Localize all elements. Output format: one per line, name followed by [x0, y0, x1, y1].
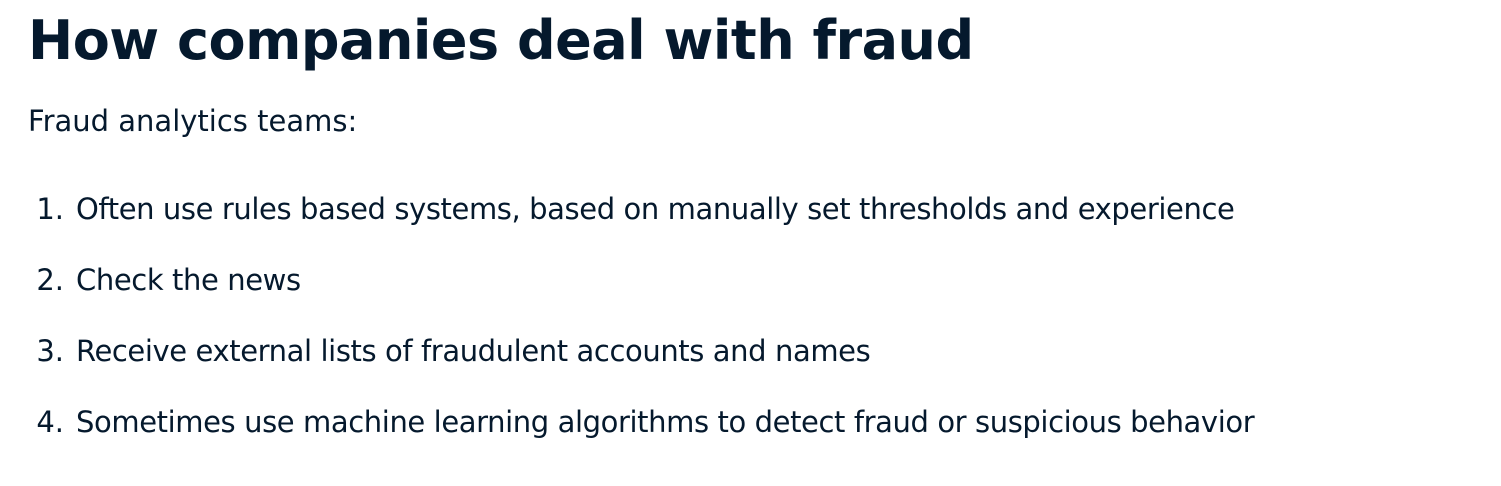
page-title: How companies deal with fraud	[28, 9, 974, 72]
intro-text: Fraud analytics teams:	[28, 104, 358, 138]
list-item-number: 4.	[36, 405, 64, 439]
list-item-number: 2.	[36, 263, 64, 297]
list-item-number: 3.	[36, 334, 64, 368]
list-item-text: Often use rules based systems, based on …	[76, 192, 1235, 226]
slide: How companies deal with fraud Fraud anal…	[0, 0, 1501, 486]
list-item-text: Receive external lists of fraudulent acc…	[76, 334, 871, 368]
list-item-text: Sometimes use machine learning algorithm…	[76, 405, 1255, 439]
list-item-number: 1.	[36, 192, 64, 226]
list-item-text: Check the news	[76, 263, 301, 297]
